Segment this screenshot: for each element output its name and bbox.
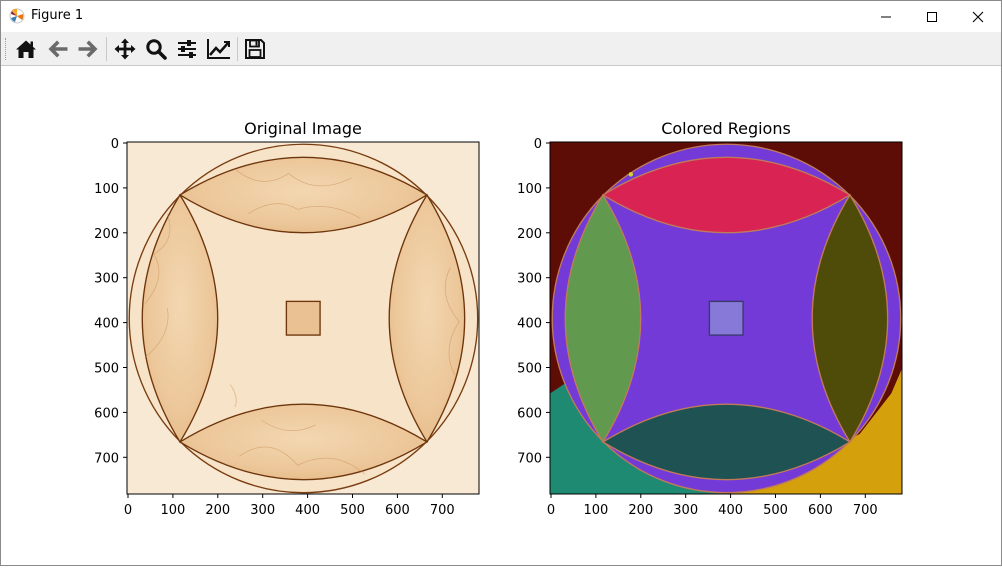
y-tick-label: 200 bbox=[94, 227, 119, 242]
arrow-left-icon bbox=[48, 40, 68, 58]
toolbar-separator bbox=[106, 37, 107, 61]
magnifier-icon bbox=[146, 39, 167, 60]
x-tick-label: 0 bbox=[124, 503, 132, 518]
floppy-icon bbox=[245, 39, 265, 59]
y-tick-label: 0 bbox=[111, 137, 119, 152]
navigation-toolbar bbox=[1, 32, 1001, 66]
y-tick-label: 200 bbox=[517, 227, 542, 242]
y-tick-label: 500 bbox=[94, 362, 119, 377]
region-hole bbox=[708, 300, 744, 336]
region-speck bbox=[628, 172, 634, 177]
y-tick-label: 100 bbox=[94, 182, 119, 197]
save-button[interactable] bbox=[242, 36, 268, 62]
x-tick-label: 600 bbox=[808, 503, 833, 518]
x-tick-label: 700 bbox=[853, 503, 878, 518]
x-tick-label: 300 bbox=[673, 503, 698, 518]
figure-canvas[interactable]: Original Image 0 100 200 300 400 500 600… bbox=[1, 66, 1001, 565]
y-tick-label: 500 bbox=[517, 362, 542, 377]
x-tick-label: 400 bbox=[295, 503, 320, 518]
y-tick-label: 600 bbox=[517, 406, 542, 421]
y-tick-label: 700 bbox=[94, 451, 119, 466]
y-tick-label: 400 bbox=[94, 317, 119, 332]
x-tick-label: 400 bbox=[718, 503, 743, 518]
x-tick-label: 0 bbox=[547, 503, 555, 518]
colored-regions-y-axis: 0 100 200 300 400 500 600 700 bbox=[517, 137, 550, 466]
x-tick-label: 300 bbox=[250, 503, 275, 518]
close-button[interactable] bbox=[955, 1, 1001, 32]
home-icon bbox=[16, 40, 36, 58]
home-button[interactable] bbox=[13, 36, 39, 62]
figure-svg: Original Image 0100200300400500600700 0 … bbox=[94, 119, 903, 518]
colored-regions-axes: Colored Regions 0100200300400500600700 0… bbox=[517, 119, 903, 518]
x-tick-label: 100 bbox=[583, 503, 608, 518]
minimize-button[interactable] bbox=[863, 1, 909, 32]
x-tick-label: 100 bbox=[160, 503, 185, 518]
colored-regions-title: Colored Regions bbox=[661, 119, 791, 138]
x-tick-label: 500 bbox=[340, 503, 365, 518]
x-tick-label: 200 bbox=[205, 503, 230, 518]
y-tick-label: 0 bbox=[534, 137, 542, 152]
minimize-icon bbox=[881, 16, 891, 17]
x-tick-label: 200 bbox=[628, 503, 653, 518]
y-tick-label: 600 bbox=[94, 406, 119, 421]
window-title: Figure 1 bbox=[31, 8, 84, 23]
original-image-y-axis: 0 100 200 300 400 500 600 700 bbox=[94, 137, 127, 466]
move-icon bbox=[114, 38, 136, 60]
y-tick-label: 400 bbox=[517, 317, 542, 332]
figure-window: Figure 1 Original Image 0 100 200 300 40… bbox=[0, 0, 1002, 566]
colored-regions-image bbox=[550, 142, 902, 494]
maximize-button[interactable] bbox=[909, 1, 955, 32]
original-image-title: Original Image bbox=[244, 119, 362, 138]
back-button[interactable] bbox=[45, 36, 71, 62]
original-image-axes: Original Image 0100200300400500600700 0 … bbox=[94, 119, 480, 518]
sliders-icon bbox=[178, 40, 196, 58]
x-tick-label: 500 bbox=[763, 503, 788, 518]
y-tick-label: 100 bbox=[517, 182, 542, 197]
original-image bbox=[127, 142, 479, 494]
toolbar-separator bbox=[237, 37, 238, 61]
pan-button[interactable] bbox=[112, 36, 138, 62]
title-bar: Figure 1 bbox=[1, 1, 1001, 32]
zoom-button[interactable] bbox=[143, 36, 169, 62]
toolbar-grip[interactable] bbox=[5, 38, 8, 60]
configure-subplots-button[interactable] bbox=[174, 36, 200, 62]
arrow-right-icon bbox=[78, 40, 98, 58]
colored-regions-x-axis: 0 100 200 300 400 500 600 700 bbox=[547, 494, 878, 518]
forward-button[interactable] bbox=[75, 36, 101, 62]
x-tick-label: 600 bbox=[385, 503, 410, 518]
x-tick-label: 700 bbox=[430, 503, 455, 518]
maximize-icon bbox=[927, 11, 937, 22]
line-chart-icon bbox=[207, 39, 230, 59]
y-tick-label: 700 bbox=[517, 451, 542, 466]
original-image-x-axis: 0 100 200 300 400 500 600 700 bbox=[124, 494, 455, 518]
y-tick-label: 300 bbox=[517, 272, 542, 287]
y-tick-label: 300 bbox=[94, 272, 119, 287]
close-icon bbox=[972, 11, 984, 22]
matplotlib-app-icon bbox=[9, 8, 25, 24]
edit-axes-button[interactable] bbox=[206, 36, 232, 62]
